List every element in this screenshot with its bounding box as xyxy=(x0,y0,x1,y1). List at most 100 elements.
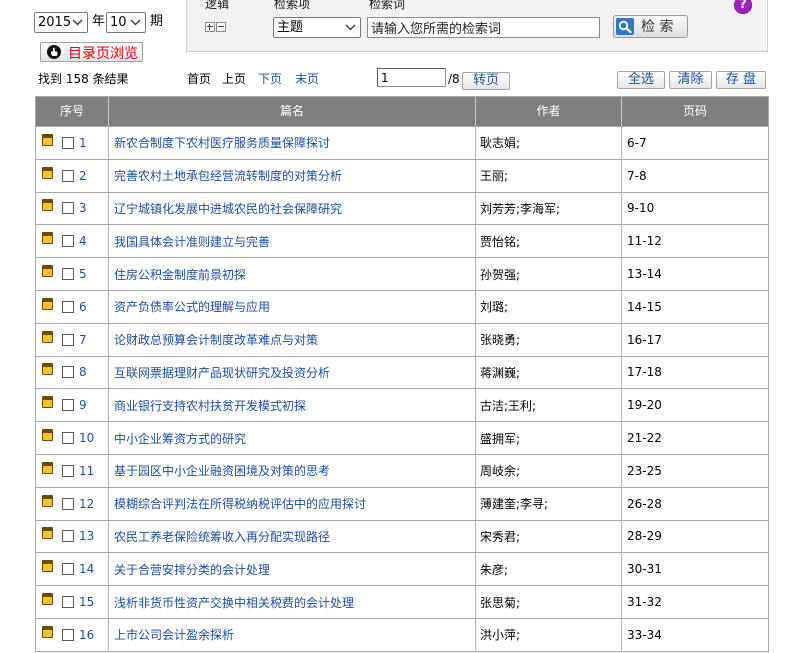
goto-page-button[interactable]: 转页 xyxy=(462,72,510,90)
article-title-link[interactable]: 商业银行支持农村扶贫开发模式初探 xyxy=(114,397,306,414)
article-title-link[interactable]: 住房公积金制度前景初探 xyxy=(114,266,246,283)
row-checkbox[interactable] xyxy=(62,628,74,641)
document-icon[interactable] xyxy=(42,232,53,245)
cell-number: 10 xyxy=(36,422,108,454)
article-title-link[interactable]: 浅析非货币性资产交换中相关税费的会计处理 xyxy=(114,594,354,611)
document-icon[interactable] xyxy=(42,560,53,573)
document-icon[interactable] xyxy=(42,166,53,179)
article-title-link[interactable]: 农民工养老保险统筹收入再分配实现路径 xyxy=(114,528,330,545)
cell-number: 8 xyxy=(36,356,108,389)
table-row: 16 上市公司会计盈余探析 洪小萍; 33-34 xyxy=(36,618,768,651)
article-title-link[interactable]: 模糊综合评判法在所得税纳税评估中的应用探讨 xyxy=(114,495,366,512)
article-title-link[interactable]: 上市公司会计盈余探析 xyxy=(114,626,234,643)
row-checkbox[interactable] xyxy=(62,497,74,510)
cell-title: 农民工养老保险统筹收入再分配实现路径 xyxy=(109,520,475,553)
table-row: 2 完善农村土地承包经营流转制度的对策分析 王丽; 7-8 xyxy=(36,159,768,192)
minus-box-icon[interactable] xyxy=(216,22,226,32)
page-number-input[interactable] xyxy=(377,68,446,87)
issue-select[interactable]: 10 xyxy=(106,12,146,33)
row-checkbox[interactable] xyxy=(62,268,74,281)
row-number-link[interactable]: 1 xyxy=(79,136,87,150)
row-checkbox[interactable] xyxy=(62,596,74,609)
document-icon[interactable] xyxy=(42,297,53,310)
document-icon[interactable] xyxy=(42,625,53,638)
cell-title: 关于合营安排分类的会计处理 xyxy=(109,553,475,586)
page-range: 23-25 xyxy=(627,463,662,478)
article-title-link[interactable]: 论财政总预算会计制度改革难点与对策 xyxy=(114,331,318,348)
document-icon[interactable] xyxy=(42,363,53,376)
document-icon[interactable] xyxy=(42,494,53,507)
page-range: 21-22 xyxy=(627,431,662,446)
author-name: 古洁;王利; xyxy=(480,398,537,413)
search-field-select[interactable]: 主题 xyxy=(273,17,361,38)
toc-browse-label: 目录页浏览 xyxy=(68,46,138,62)
row-number-link[interactable]: 6 xyxy=(79,300,87,314)
row-number-link[interactable]: 10 xyxy=(79,431,94,445)
first-page-link[interactable]: 首页 xyxy=(187,72,211,86)
cell-title: 基于园区中小企业融资困境及对策的思考 xyxy=(109,454,475,487)
row-number-link[interactable]: 3 xyxy=(79,201,87,215)
document-icon[interactable] xyxy=(42,199,53,212)
article-title-link[interactable]: 我国具体会计准则建立与完善 xyxy=(114,233,270,250)
document-icon[interactable] xyxy=(42,396,53,409)
row-checkbox[interactable] xyxy=(62,333,74,346)
row-checkbox[interactable] xyxy=(62,399,74,412)
document-icon[interactable] xyxy=(42,593,53,606)
toc-browse-button[interactable]: 目录页浏览 xyxy=(40,42,143,62)
row-checkbox[interactable] xyxy=(62,300,74,313)
search-input[interactable] xyxy=(367,17,600,38)
article-title-link[interactable]: 互联网票据理财产品现状研究及投资分析 xyxy=(114,364,330,381)
author-name: 刘璐; xyxy=(480,300,509,315)
article-title-link[interactable]: 关于合营安排分类的会计处理 xyxy=(114,561,270,578)
document-icon[interactable] xyxy=(42,265,53,278)
document-icon[interactable] xyxy=(42,330,53,343)
row-checkbox[interactable] xyxy=(62,563,74,576)
document-icon[interactable] xyxy=(42,429,53,442)
author-name: 孙贺强; xyxy=(480,267,521,282)
year-select[interactable]: 2015 xyxy=(34,12,88,33)
row-number-link[interactable]: 8 xyxy=(79,365,87,379)
row-number-link[interactable]: 2 xyxy=(79,169,87,183)
document-icon[interactable] xyxy=(42,527,53,540)
header-pages: 页码 xyxy=(622,97,768,126)
row-number-link[interactable]: 7 xyxy=(79,333,87,347)
row-checkbox[interactable] xyxy=(62,530,74,543)
row-checkbox[interactable] xyxy=(62,464,74,477)
article-title-link[interactable]: 完善农村土地承包经营流转制度的对策分析 xyxy=(114,167,342,184)
row-number-link[interactable]: 11 xyxy=(79,464,94,478)
cell-pages: 13-14 xyxy=(622,258,768,290)
article-title-link[interactable]: 资产负债率公式的理解与应用 xyxy=(114,298,270,315)
row-number-link[interactable]: 12 xyxy=(79,497,94,511)
row-number-link[interactable]: 9 xyxy=(79,398,87,412)
issue-select-wrapper: 10 xyxy=(106,12,146,33)
row-number-link[interactable]: 14 xyxy=(79,562,94,576)
row-number-link[interactable]: 4 xyxy=(79,234,87,248)
next-page-link[interactable]: 下页 xyxy=(258,72,282,86)
row-checkbox[interactable] xyxy=(62,136,74,149)
plus-box-icon[interactable] xyxy=(205,22,215,32)
prev-page-link[interactable]: 上页 xyxy=(222,72,246,86)
article-title-link[interactable]: 基于园区中小企业融资困境及对策的思考 xyxy=(114,462,330,479)
document-icon[interactable] xyxy=(42,133,53,146)
document-icon[interactable] xyxy=(42,461,53,474)
row-number-link[interactable]: 16 xyxy=(79,628,94,642)
select-all-button[interactable]: 全选 xyxy=(617,71,665,89)
article-title-link[interactable]: 辽宁城镇化发展中进城农民的社会保障研究 xyxy=(114,200,342,217)
row-checkbox[interactable] xyxy=(62,432,74,445)
clear-button[interactable]: 清除 xyxy=(669,71,712,89)
article-title-link[interactable]: 中小企业筹资方式的研究 xyxy=(114,430,246,447)
row-number-link[interactable]: 15 xyxy=(79,595,94,609)
cell-author: 宋秀君; xyxy=(476,520,621,553)
row-checkbox[interactable] xyxy=(62,235,74,248)
author-name: 王丽; xyxy=(480,169,509,184)
row-number-link[interactable]: 13 xyxy=(79,529,94,543)
row-checkbox[interactable] xyxy=(62,202,74,215)
row-checkbox[interactable] xyxy=(62,169,74,182)
row-number-link[interactable]: 5 xyxy=(79,267,87,281)
article-title-link[interactable]: 新农合制度下农村医疗服务质量保障探讨 xyxy=(114,134,330,151)
row-checkbox[interactable] xyxy=(62,366,74,379)
last-page-link[interactable]: 末页 xyxy=(295,72,319,86)
cell-number: 5 xyxy=(36,258,108,290)
save-button[interactable]: 存 盘 xyxy=(716,71,766,89)
search-button[interactable]: 检 索 xyxy=(613,15,688,38)
